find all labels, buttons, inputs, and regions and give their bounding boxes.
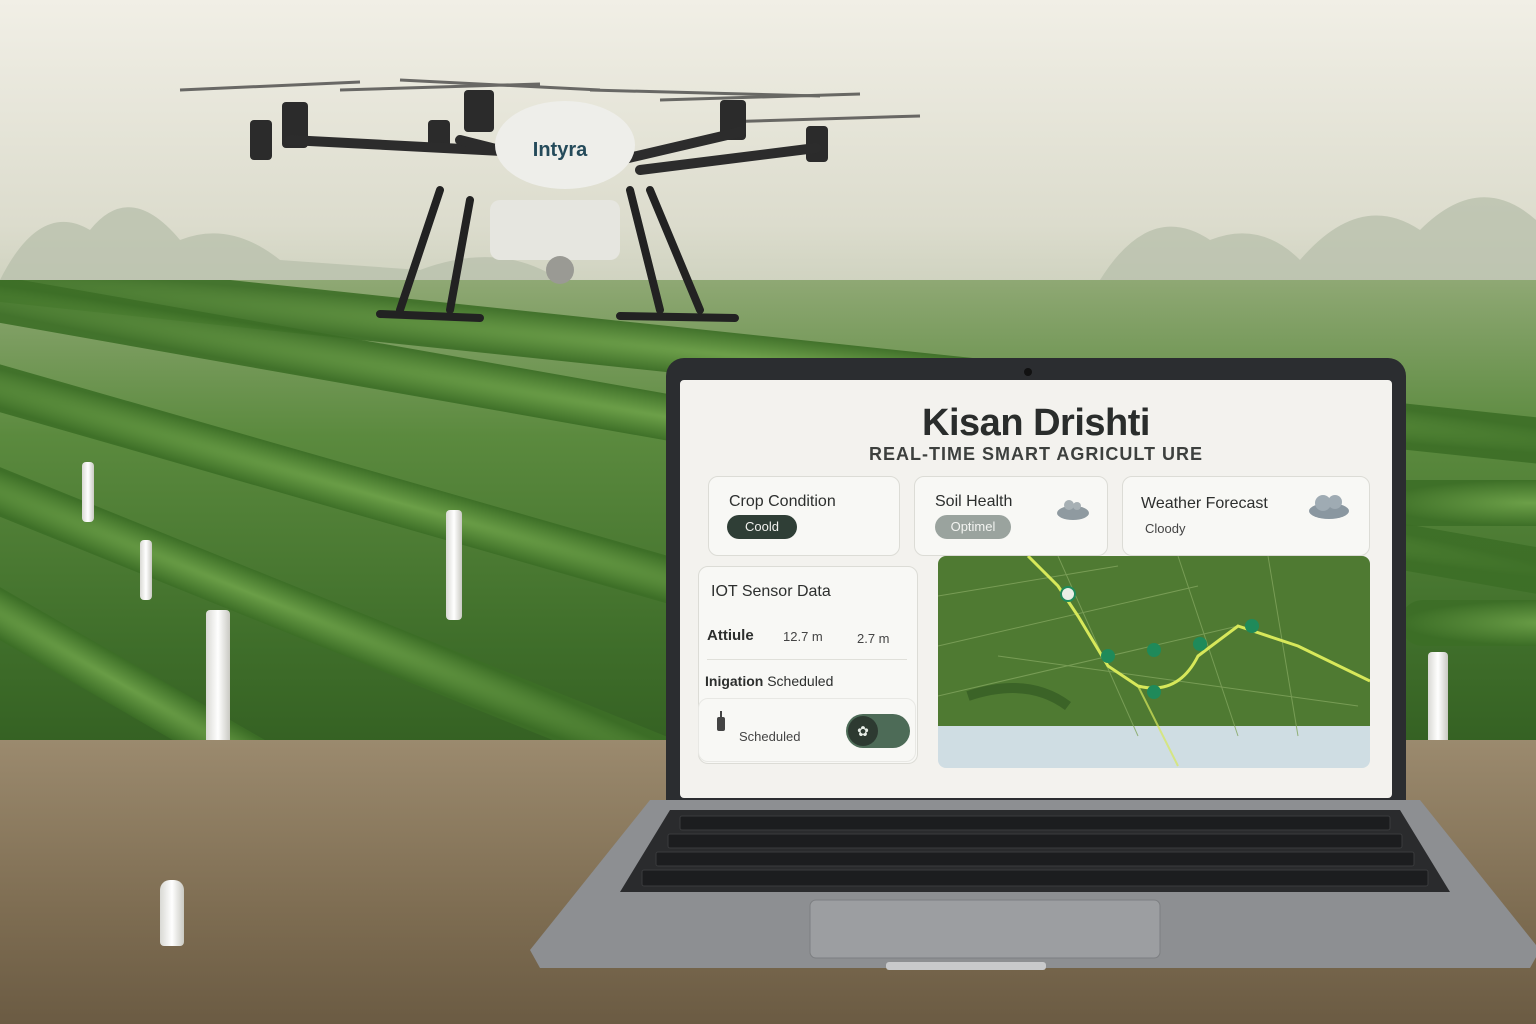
cloud-icon (1309, 495, 1349, 519)
map-marker[interactable] (1147, 643, 1161, 657)
drone-brand-text: Intyra (533, 139, 588, 161)
weather-forecast-status: Cloody (1145, 521, 1186, 536)
soil-health-status: Optimel (935, 515, 1011, 539)
irrigation-label-bold: Inigation (705, 673, 764, 689)
map-marker[interactable] (1101, 649, 1115, 663)
field-map-svg (938, 556, 1370, 768)
photo-scene: Intyra Kisan Drishti REAL-TIME SMART AGR… (0, 0, 1536, 1024)
app-subtitle: REAL-TIME SMART AGRICULT URE (869, 444, 1203, 464)
sensor-stake (446, 510, 462, 620)
crop-condition-card[interactable]: Crop Condition Coold (708, 476, 900, 556)
weather-forecast-title: Weather Forecast (1141, 495, 1268, 512)
map-marker[interactable] (1245, 619, 1259, 633)
crop-condition-status: Coold (727, 515, 797, 539)
iot-sensor-title: IOT Sensor Data (711, 583, 831, 600)
app-title: Kisan Drishti (922, 402, 1150, 444)
sensor-stake (140, 540, 152, 600)
webcam (1024, 368, 1032, 376)
irrigation-toggle-status: Scheduled (739, 729, 801, 744)
sensor-icon (717, 711, 725, 731)
weather-forecast-card[interactable]: Weather Forecast Cloody (1122, 476, 1370, 556)
map-marker[interactable] (1193, 637, 1207, 651)
sensor-stake (1428, 652, 1448, 744)
sensor-value-2: 2.7 m (857, 631, 890, 646)
irrigation-label: Inigation Scheduled (705, 673, 833, 689)
map-marker[interactable] (1060, 586, 1076, 602)
dashboard-screen: Kisan Drishti REAL-TIME SMART AGRICULT U… (680, 380, 1392, 798)
sensor-device (160, 880, 184, 946)
sensor-stake (82, 462, 94, 522)
soil-health-title: Soil Health (935, 493, 1013, 510)
divider (707, 659, 907, 660)
crop-condition-title: Crop Condition (729, 493, 836, 510)
irrigation-toggle[interactable]: ✿ (846, 714, 910, 748)
sensor-value-1: 12.7 m (783, 629, 823, 644)
leaf-icon: ✿ (848, 716, 878, 746)
laptop-keyboard-base (530, 800, 1536, 970)
map-marker[interactable] (1147, 685, 1161, 699)
soil-health-card[interactable]: Soil Health Optimel (914, 476, 1108, 556)
altitude-label: Attiule (707, 627, 754, 644)
irrigation-label-rest: Scheduled (767, 673, 834, 689)
field-map[interactable] (938, 556, 1370, 768)
soil-icon (1057, 500, 1089, 520)
drone: Intyra (179, 78, 921, 322)
